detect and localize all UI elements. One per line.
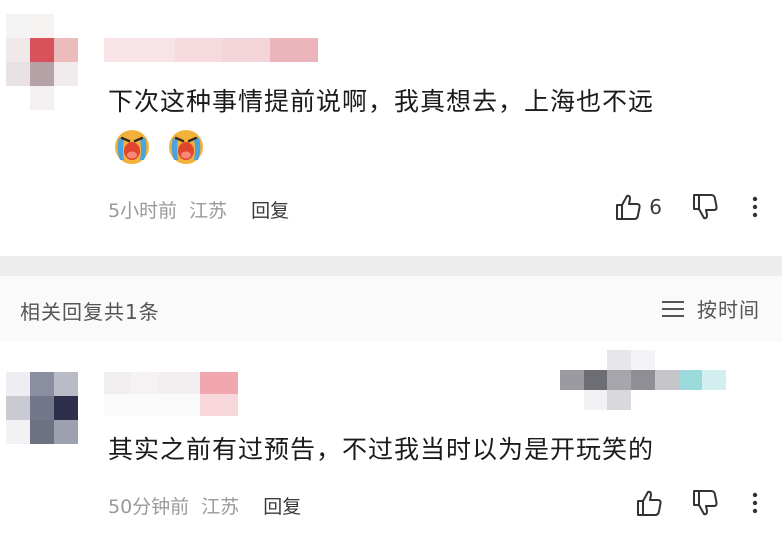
thumbs-down-icon[interactable] xyxy=(690,488,720,518)
thumbs-up-icon[interactable] xyxy=(613,192,643,222)
replies-header: 相关回复共1条 按时间 xyxy=(0,276,782,342)
sort-by-time-button[interactable]: 按时间 xyxy=(661,294,760,323)
comment-actions xyxy=(634,488,762,518)
comment-meta: 50分钟前 江苏 回复 xyxy=(108,492,301,519)
sort-label: 按时间 xyxy=(697,298,760,322)
more-icon[interactable] xyxy=(748,488,762,518)
avatar[interactable] xyxy=(6,372,78,444)
avatar[interactable] xyxy=(6,14,78,110)
reply-button[interactable]: 回复 xyxy=(251,196,289,223)
thumbs-down-icon[interactable] xyxy=(690,192,720,222)
comment-time: 50分钟前 xyxy=(108,496,190,518)
like-count: 6 xyxy=(649,195,662,219)
comment-location: 江苏 xyxy=(189,200,228,222)
thumbs-up-icon[interactable] xyxy=(634,488,664,518)
comment-time: 5小时前 xyxy=(108,200,178,222)
section-divider xyxy=(0,256,782,276)
comment-actions: 6 xyxy=(613,192,762,222)
comment-location: 江苏 xyxy=(201,496,240,518)
comment-text: 下次这种事情提前说啊，我真想去，上海也不远 xyxy=(108,87,655,116)
comment-meta: 5小时前 江苏 回复 xyxy=(108,196,289,223)
reply-button[interactable]: 回复 xyxy=(263,492,301,519)
comment-text: 其实之前有过预告，不过我当时以为是开玩笑的 xyxy=(108,435,655,464)
crying-emoji-icon xyxy=(112,126,152,166)
more-icon[interactable] xyxy=(748,192,762,222)
replies-count: 相关回复共1条 xyxy=(20,300,160,324)
emoji-row xyxy=(112,126,206,166)
sort-lines-icon xyxy=(662,300,684,317)
username-blurred[interactable] xyxy=(104,372,238,416)
user-tag-blurred xyxy=(560,350,726,410)
username-blurred[interactable] xyxy=(104,38,319,62)
crying-emoji-icon xyxy=(166,126,206,166)
